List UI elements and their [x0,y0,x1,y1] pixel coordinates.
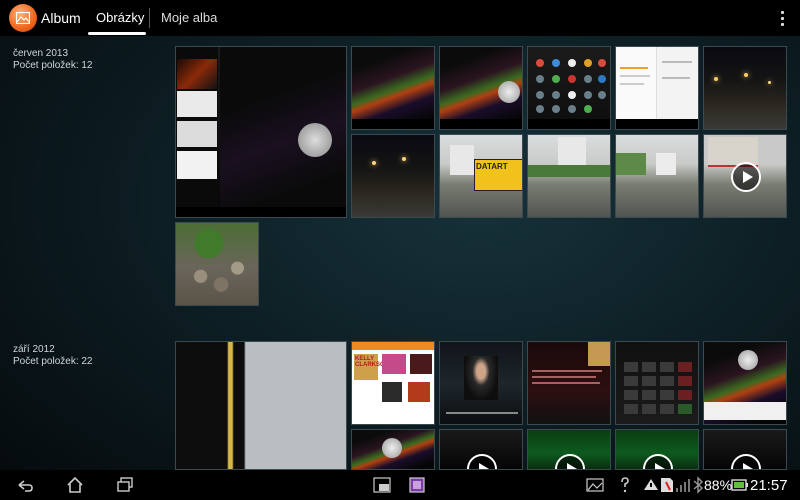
photo-thumbnail[interactable] [615,134,699,218]
photo-thumbnail[interactable] [351,134,435,218]
photo-thumbnail[interactable] [703,341,787,425]
photo-thumbnail[interactable]: DATART [439,134,523,218]
home-icon[interactable] [66,476,84,494]
tab-pictures[interactable]: Obrázky [96,10,144,25]
recent-apps-icon[interactable] [116,476,134,494]
truck-sign-text: DATART [476,162,508,171]
section-header-september-2012: září 2012 Počet položek: 22 [13,344,93,368]
video-thumbnail[interactable] [615,429,699,470]
gallery-notification-icon [586,478,604,492]
battery-icon [731,479,748,491]
overflow-menu-icon[interactable] [776,8,788,30]
small-app-icon[interactable] [408,476,426,494]
photo-thumbnail[interactable] [351,429,435,470]
photo-thumbnail[interactable]: KELLY CLARKSON [351,341,435,425]
play-icon [731,162,761,192]
tab-active-indicator [88,32,146,35]
photo-thumbnail[interactable] [615,46,699,130]
section-header-june-2013: červen 2013 Počet položek: 12 [13,48,93,72]
photo-thumbnail[interactable] [175,222,259,306]
tab-my-albums[interactable]: Moje alba [161,10,217,25]
app-title[interactable]: Album [41,10,81,26]
section-count: Počet položek: 12 [13,60,93,71]
photo-thumbnail[interactable] [527,46,611,130]
help-icon [621,477,629,493]
section-date: září 2012 [13,344,55,355]
photo-thumbnail[interactable] [615,341,699,425]
action-bar: Album Obrázky Moje alba [0,0,800,36]
small-app-icon[interactable] [373,476,391,494]
album-title-text: KELLY CLARKSON [355,356,389,368]
video-thumbnail[interactable] [439,429,523,470]
video-thumbnail[interactable] [703,429,787,470]
album-app-icon[interactable] [9,4,37,32]
video-thumbnail[interactable] [527,429,611,470]
play-icon [467,454,497,469]
video-thumbnail[interactable] [439,341,523,425]
play-icon [555,454,585,469]
photo-thumbnail[interactable] [527,134,611,218]
photo-thumbnail[interactable] [351,46,435,130]
photo-thumbnail[interactable] [175,341,347,470]
photo-thumbnail[interactable] [175,46,347,218]
back-icon[interactable] [16,476,34,494]
photo-thumbnail[interactable] [527,341,611,425]
photo-thumbnail[interactable] [703,46,787,130]
video-thumbnail[interactable] [703,134,787,218]
battery-percentage: 88% [704,477,733,493]
tab-divider [149,8,150,28]
photo-thumbnail[interactable] [439,46,523,130]
clock: 21:57 [750,477,788,494]
section-count: Počet položek: 22 [13,356,93,367]
play-icon [731,454,761,469]
play-icon [643,454,673,469]
section-date: červen 2013 [13,48,69,59]
system-navigation-bar: 88% 21:57 [0,470,800,500]
